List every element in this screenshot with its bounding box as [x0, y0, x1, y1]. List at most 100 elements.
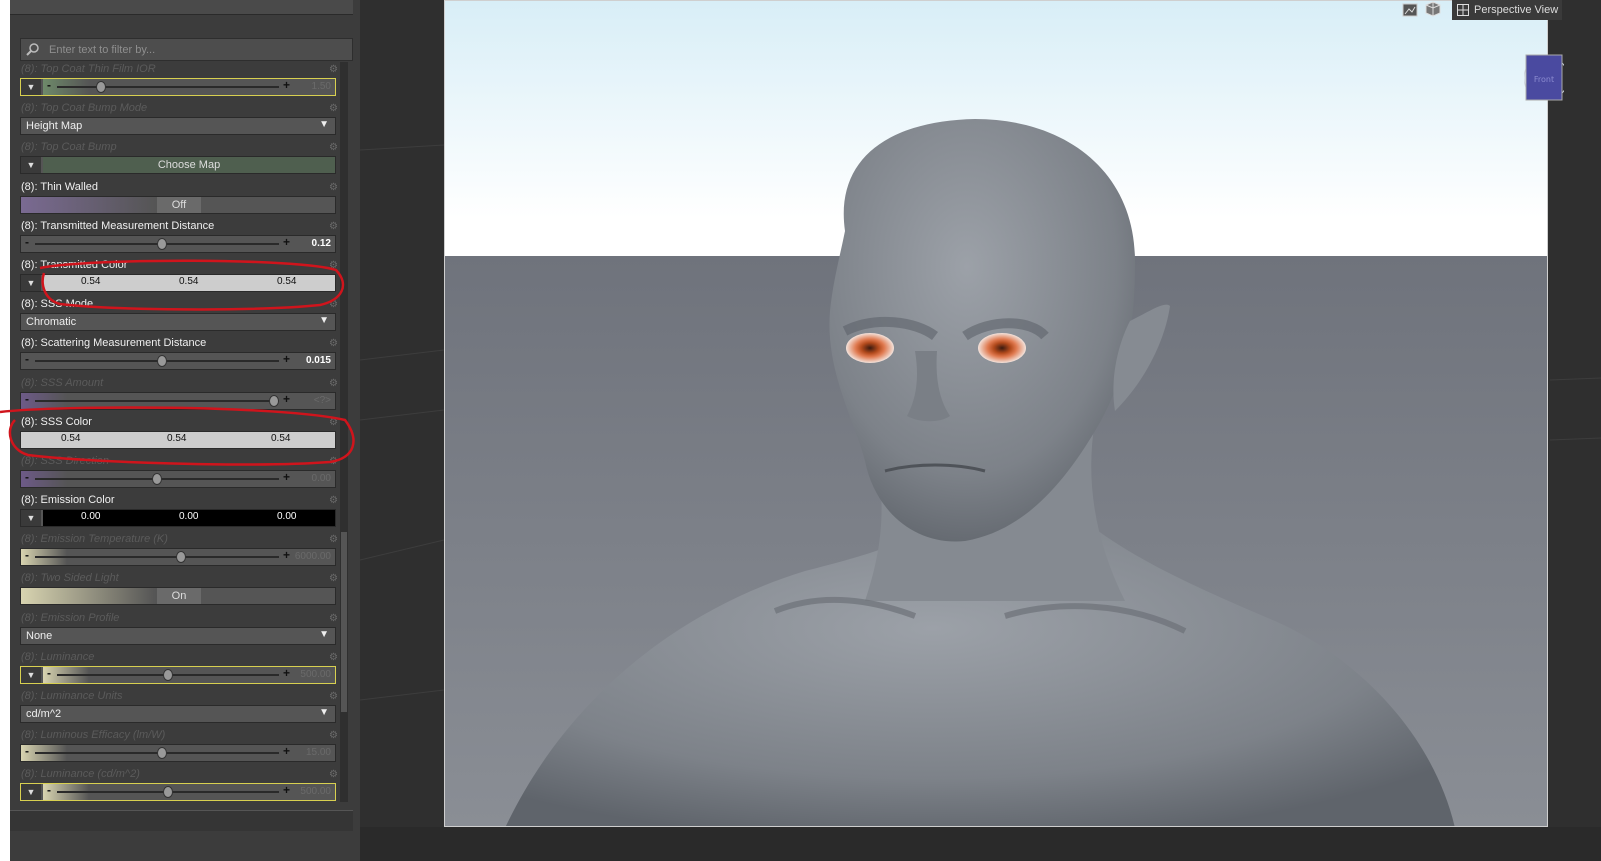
slider-handle[interactable]	[163, 668, 173, 681]
property-value[interactable]: 500.00	[300, 669, 331, 680]
decrement-button[interactable]: -	[25, 352, 29, 366]
gear-icon[interactable]: ⚙	[329, 769, 338, 780]
property-value[interactable]: 0.12	[312, 238, 331, 249]
property-dropdown[interactable]: None ▼	[20, 626, 336, 645]
property-slider[interactable]: - +6000.00	[20, 548, 336, 567]
gear-icon[interactable]: ⚙	[329, 260, 338, 271]
increment-button[interactable]: +	[283, 392, 290, 406]
property-dropdown[interactable]: Height Map ▼	[20, 117, 336, 136]
color-channel-b[interactable]: 0.54	[277, 276, 296, 287]
gear-icon[interactable]: ⚙	[329, 221, 338, 232]
property-toggle[interactable]: Off	[20, 195, 336, 214]
gear-icon[interactable]: ⚙	[329, 613, 338, 624]
search-icon[interactable]	[25, 42, 41, 57]
property-slider[interactable]: - +0.015	[20, 352, 336, 371]
property-value[interactable]: 15.00	[306, 747, 331, 758]
property-slider[interactable]: - + <?>	[20, 391, 336, 410]
property-dropdown[interactable]: Chromatic ▼	[20, 313, 336, 332]
gear-icon[interactable]: ⚙	[329, 378, 338, 389]
color-channel-r[interactable]: 0.54	[61, 433, 80, 444]
decrement-button[interactable]: -	[47, 78, 51, 92]
gear-icon[interactable]: ⚙	[329, 182, 338, 193]
navigation-cube[interactable]: Front	[1523, 50, 1569, 105]
perspective-view-button[interactable]: Perspective View	[1452, 0, 1562, 20]
increment-button[interactable]: +	[283, 783, 290, 797]
increment-button[interactable]: +	[283, 235, 290, 249]
expand-toggle-icon[interactable]: ▼	[21, 784, 41, 801]
decrement-button[interactable]: -	[47, 666, 51, 680]
property-value[interactable]: 500.00	[300, 786, 331, 797]
property-slider[interactable]: - +15.00	[20, 744, 336, 763]
toggle-state[interactable]: On	[157, 588, 201, 605]
gear-icon[interactable]: ⚙	[329, 534, 338, 545]
property-value[interactable]: 1.50	[312, 81, 331, 92]
decrement-button[interactable]: -	[25, 235, 29, 249]
expand-toggle-icon[interactable]: ▼	[21, 157, 41, 174]
color-channel-g[interactable]: 0.00	[179, 511, 198, 522]
color-channel-b[interactable]: 0.54	[271, 433, 290, 444]
property-value[interactable]: 6000.00	[295, 551, 331, 562]
gear-icon[interactable]: ⚙	[329, 495, 338, 506]
gear-icon[interactable]: ⚙	[329, 338, 338, 349]
increment-button[interactable]: +	[283, 666, 290, 680]
increment-button[interactable]: +	[283, 352, 290, 366]
slider-handle[interactable]	[163, 786, 173, 799]
render-view[interactable]	[444, 0, 1548, 827]
decrement-button[interactable]: -	[25, 392, 29, 406]
property-toggle[interactable]: On	[20, 587, 336, 606]
color-channel-r[interactable]: 0.00	[81, 511, 100, 522]
property-value[interactable]: 0.00	[312, 473, 331, 484]
property-slider[interactable]: - +0.12	[20, 234, 336, 253]
expand-toggle-icon[interactable]: ▼	[21, 666, 41, 683]
property-slider[interactable]: ▼ - +500.00	[20, 665, 336, 684]
gear-icon[interactable]: ⚙	[329, 691, 338, 702]
property-dropdown[interactable]: cd/m^2 ▼	[20, 705, 336, 723]
gear-icon[interactable]: ⚙	[329, 103, 338, 114]
rgb-values[interactable]: 0.54 0.54 0.54	[21, 431, 335, 448]
gear-icon[interactable]: ⚙	[329, 573, 338, 584]
gear-icon[interactable]: ⚙	[329, 417, 338, 428]
color-field[interactable]: ▼ 0.00 0.00 0.00	[20, 509, 336, 528]
color-channel-b[interactable]: 0.00	[277, 511, 296, 522]
decrement-button[interactable]: -	[25, 548, 29, 562]
slider-track[interactable]	[57, 86, 279, 88]
decrement-button[interactable]: -	[25, 470, 29, 484]
property-slider[interactable]: - +0.00	[20, 469, 336, 488]
scrollbar-thumb[interactable]	[341, 532, 347, 712]
slider-handle[interactable]	[152, 472, 162, 485]
gear-icon[interactable]: ⚙	[329, 652, 338, 663]
slider-track[interactable]	[35, 556, 279, 559]
rgb-values[interactable]: 0.54 0.54 0.54	[43, 274, 335, 291]
decrement-button[interactable]: -	[47, 783, 51, 797]
slider-handle[interactable]	[96, 81, 107, 93]
slider-handle[interactable]	[176, 551, 187, 564]
increment-button[interactable]: +	[283, 470, 290, 484]
expand-toggle-icon[interactable]: ▼	[21, 79, 41, 95]
increment-button[interactable]: +	[283, 548, 290, 562]
gear-icon[interactable]: ⚙	[329, 299, 338, 310]
gear-icon[interactable]: ⚙	[329, 64, 338, 75]
slider-handle[interactable]	[156, 747, 167, 760]
slider-handle[interactable]	[156, 355, 167, 368]
property-scrollbar[interactable]	[340, 62, 348, 802]
increment-button[interactable]: +	[283, 78, 290, 92]
property-value[interactable]: 0.015	[306, 355, 331, 366]
color-field[interactable]: 0.54 0.54 0.54	[20, 430, 336, 449]
increment-button[interactable]: +	[283, 744, 290, 758]
decrement-button[interactable]: -	[25, 744, 29, 758]
expand-toggle-icon[interactable]: ▼	[21, 510, 41, 527]
property-value[interactable]: <?>	[314, 395, 331, 406]
rgb-values[interactable]: 0.00 0.00 0.00	[43, 510, 335, 527]
color-field[interactable]: ▼ 0.54 0.54 0.54	[20, 273, 336, 292]
expand-toggle-icon[interactable]: ▼	[21, 274, 41, 291]
gear-icon[interactable]: ⚙	[329, 456, 338, 467]
gear-icon[interactable]: ⚙	[329, 730, 338, 741]
choose-map-button[interactable]: Choose Map	[43, 157, 335, 174]
map-picker[interactable]: ▼ Choose Map	[20, 156, 336, 175]
property-slider[interactable]: ▼ - +1.50	[20, 78, 336, 96]
property-slider[interactable]: ▼ - +500.00	[20, 783, 336, 802]
color-channel-r[interactable]: 0.54	[81, 276, 100, 287]
draw-style-icon[interactable]	[1425, 1, 1441, 17]
slider-handle[interactable]	[269, 394, 280, 407]
gear-icon[interactable]: ⚙	[329, 142, 338, 153]
